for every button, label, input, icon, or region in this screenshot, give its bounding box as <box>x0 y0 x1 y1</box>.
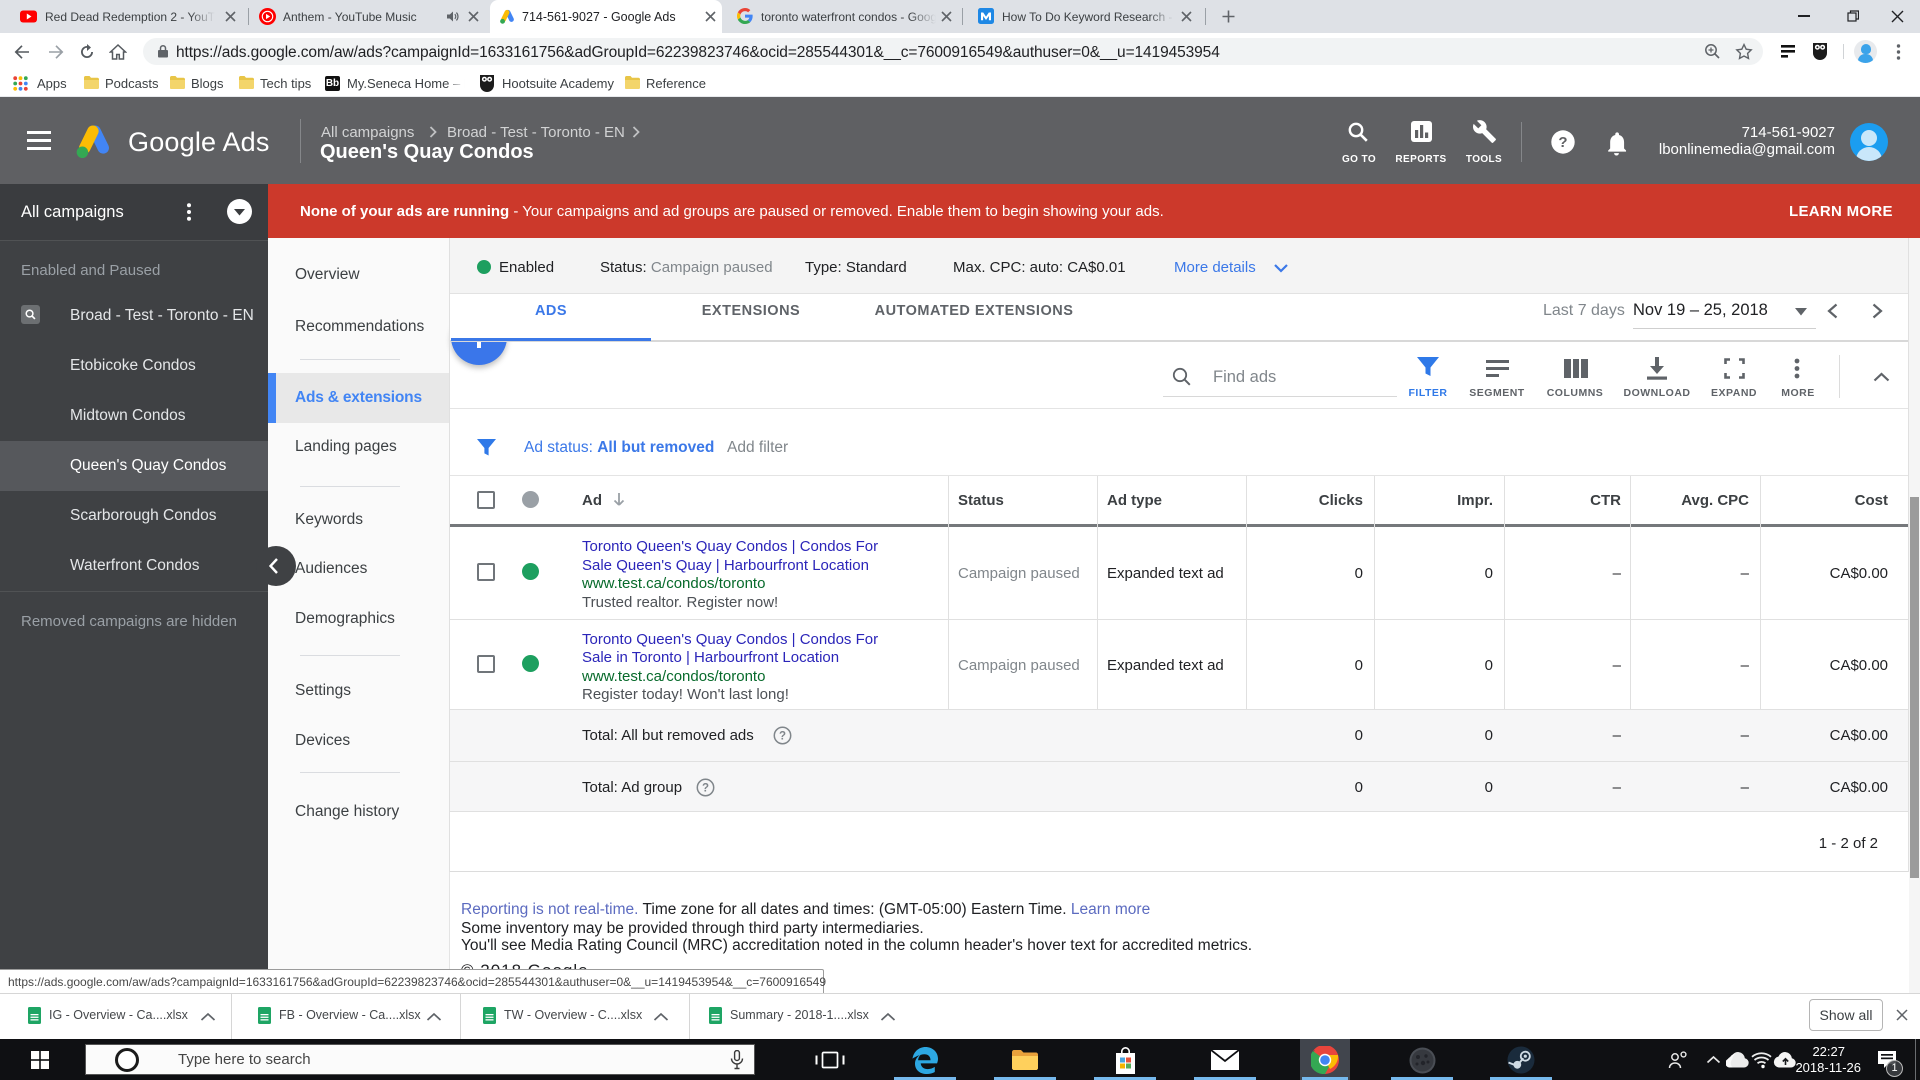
svg-text:?: ? <box>779 731 786 743</box>
svg-text:?: ? <box>702 783 709 795</box>
svg-text:?: ? <box>1558 134 1567 151</box>
